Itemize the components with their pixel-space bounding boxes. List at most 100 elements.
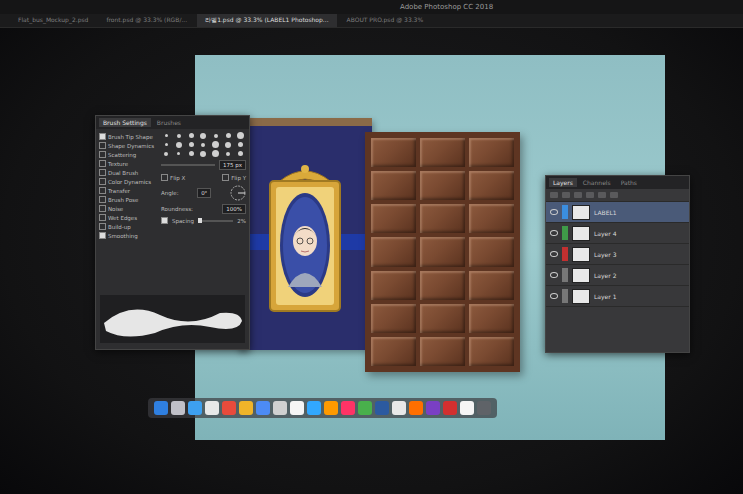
brush-option[interactable]: Wet Edges [99,213,157,222]
panel-tab[interactable]: Layers [549,178,577,187]
layer-tool-icon[interactable] [550,192,558,198]
document-tab[interactable]: ABOUT PRO.psd @ 33.3% [339,14,432,27]
option-checkbox[interactable] [99,187,106,194]
option-checkbox[interactable] [99,232,106,239]
spacing-checkbox[interactable] [161,217,168,224]
app-icon[interactable] [222,401,236,415]
brush-tip-icon[interactable] [212,141,219,148]
option-checkbox[interactable] [99,169,106,176]
option-checkbox[interactable] [99,160,106,167]
brush-option[interactable]: Color Dynamics [99,177,157,186]
app-icon[interactable] [477,401,491,415]
chocolate-bar[interactable] [365,132,520,372]
app-icon[interactable] [358,401,372,415]
app-icon[interactable] [188,401,202,415]
roundness-field[interactable]: 100% [222,204,246,214]
angle-dial-icon[interactable] [230,185,246,201]
app-icon[interactable] [375,401,389,415]
panel-tab[interactable]: Brush Settings [99,118,151,127]
layer-tool-icon[interactable] [598,192,606,198]
option-checkbox[interactable] [99,223,106,230]
app-icon[interactable] [341,401,355,415]
brush-option[interactable]: Shape Dynamics [99,141,157,150]
app-icon[interactable] [409,401,423,415]
brush-option[interactable]: Scattering [99,150,157,159]
brush-tip-icon[interactable] [164,152,168,156]
brush-tip-icon[interactable] [165,134,168,137]
layer-row[interactable]: Layer 1 [546,286,689,307]
brush-option[interactable]: Texture [99,159,157,168]
app-icon[interactable] [171,401,185,415]
size-slider[interactable] [161,164,215,166]
layer-tool-icon[interactable] [610,192,618,198]
app-icon[interactable] [205,401,219,415]
panel-tab[interactable]: Channels [579,178,615,187]
brush-option[interactable]: Build-up [99,222,157,231]
brush-tip-icon[interactable] [189,133,194,138]
app-icon[interactable] [460,401,474,415]
brush-tip-icon[interactable] [176,142,182,148]
panel-tab[interactable]: Paths [617,178,641,187]
layer-row[interactable]: Layer 3 [546,244,689,265]
brush-tip-icon[interactable] [201,143,205,147]
flip-option[interactable]: Flip Y [222,173,246,182]
option-checkbox[interactable] [99,196,106,203]
option-checkbox[interactable] [99,142,106,149]
brush-tip-icon[interactable] [200,151,206,157]
brush-tip-icon[interactable] [212,150,219,157]
app-icon[interactable] [239,401,253,415]
layer-row[interactable]: LABEL1 [546,202,689,223]
brush-option[interactable]: Brush Tip Shape [99,132,157,141]
brush-tip-icon[interactable] [238,151,243,156]
visibility-icon[interactable] [550,230,558,236]
angle-field[interactable]: 0° [197,188,211,198]
brush-tip-icon[interactable] [177,152,180,155]
option-checkbox[interactable] [99,178,106,185]
flip-option[interactable]: Flip X [161,173,185,182]
brush-tip-icon[interactable] [189,142,194,147]
app-icon[interactable] [426,401,440,415]
app-icon[interactable] [443,401,457,415]
brush-tip-icon[interactable] [237,132,244,139]
brush-tip-icon[interactable] [226,152,230,156]
layer-tool-icon[interactable] [562,192,570,198]
layer-row[interactable]: Layer 4 [546,223,689,244]
document-tab[interactable]: front.psd @ 33.3% (RGB/... [98,14,195,27]
document-tab[interactable]: Flat_bus_Mockup_2.psd [10,14,96,27]
brush-tip-icon[interactable] [177,134,181,138]
app-icon[interactable] [154,401,168,415]
visibility-icon[interactable] [550,293,558,299]
app-icon[interactable] [307,401,321,415]
app-icon[interactable] [273,401,287,415]
option-checkbox[interactable] [99,133,106,140]
brush-option[interactable]: Brush Pose [99,195,157,204]
brush-tip-icon[interactable] [200,133,206,139]
app-icon[interactable] [324,401,338,415]
chocolate-wrapper[interactable] [237,118,372,350]
layer-tool-icon[interactable] [586,192,594,198]
app-icon[interactable] [256,401,270,415]
spacing-slider[interactable] [198,220,233,222]
visibility-icon[interactable] [550,251,558,257]
brush-tip-icon[interactable] [189,151,194,156]
brush-option[interactable]: Noise [99,204,157,213]
panel-tab[interactable]: Brushes [153,118,185,127]
option-checkbox[interactable] [99,205,106,212]
option-checkbox[interactable] [99,151,106,158]
visibility-icon[interactable] [550,209,558,215]
layer-tool-icon[interactable] [574,192,582,198]
visibility-icon[interactable] [550,272,558,278]
brush-tip-icon[interactable] [225,142,231,148]
brush-tip-icon[interactable] [238,142,243,147]
brush-tip-icon[interactable] [226,133,231,138]
size-field[interactable]: 175 px [219,160,246,170]
document-tab[interactable]: 라벨1.psd @ 33.3% (LABEL1 Photoshop... [197,14,336,27]
flip-checkbox[interactable] [161,174,168,181]
brush-tip-grid[interactable] [161,132,246,157]
layer-row[interactable]: Layer 2 [546,265,689,286]
flip-checkbox[interactable] [222,174,229,181]
brush-option[interactable]: Smoothing [99,231,157,240]
app-icon[interactable] [392,401,406,415]
option-checkbox[interactable] [99,214,106,221]
brush-option[interactable]: Transfer [99,186,157,195]
